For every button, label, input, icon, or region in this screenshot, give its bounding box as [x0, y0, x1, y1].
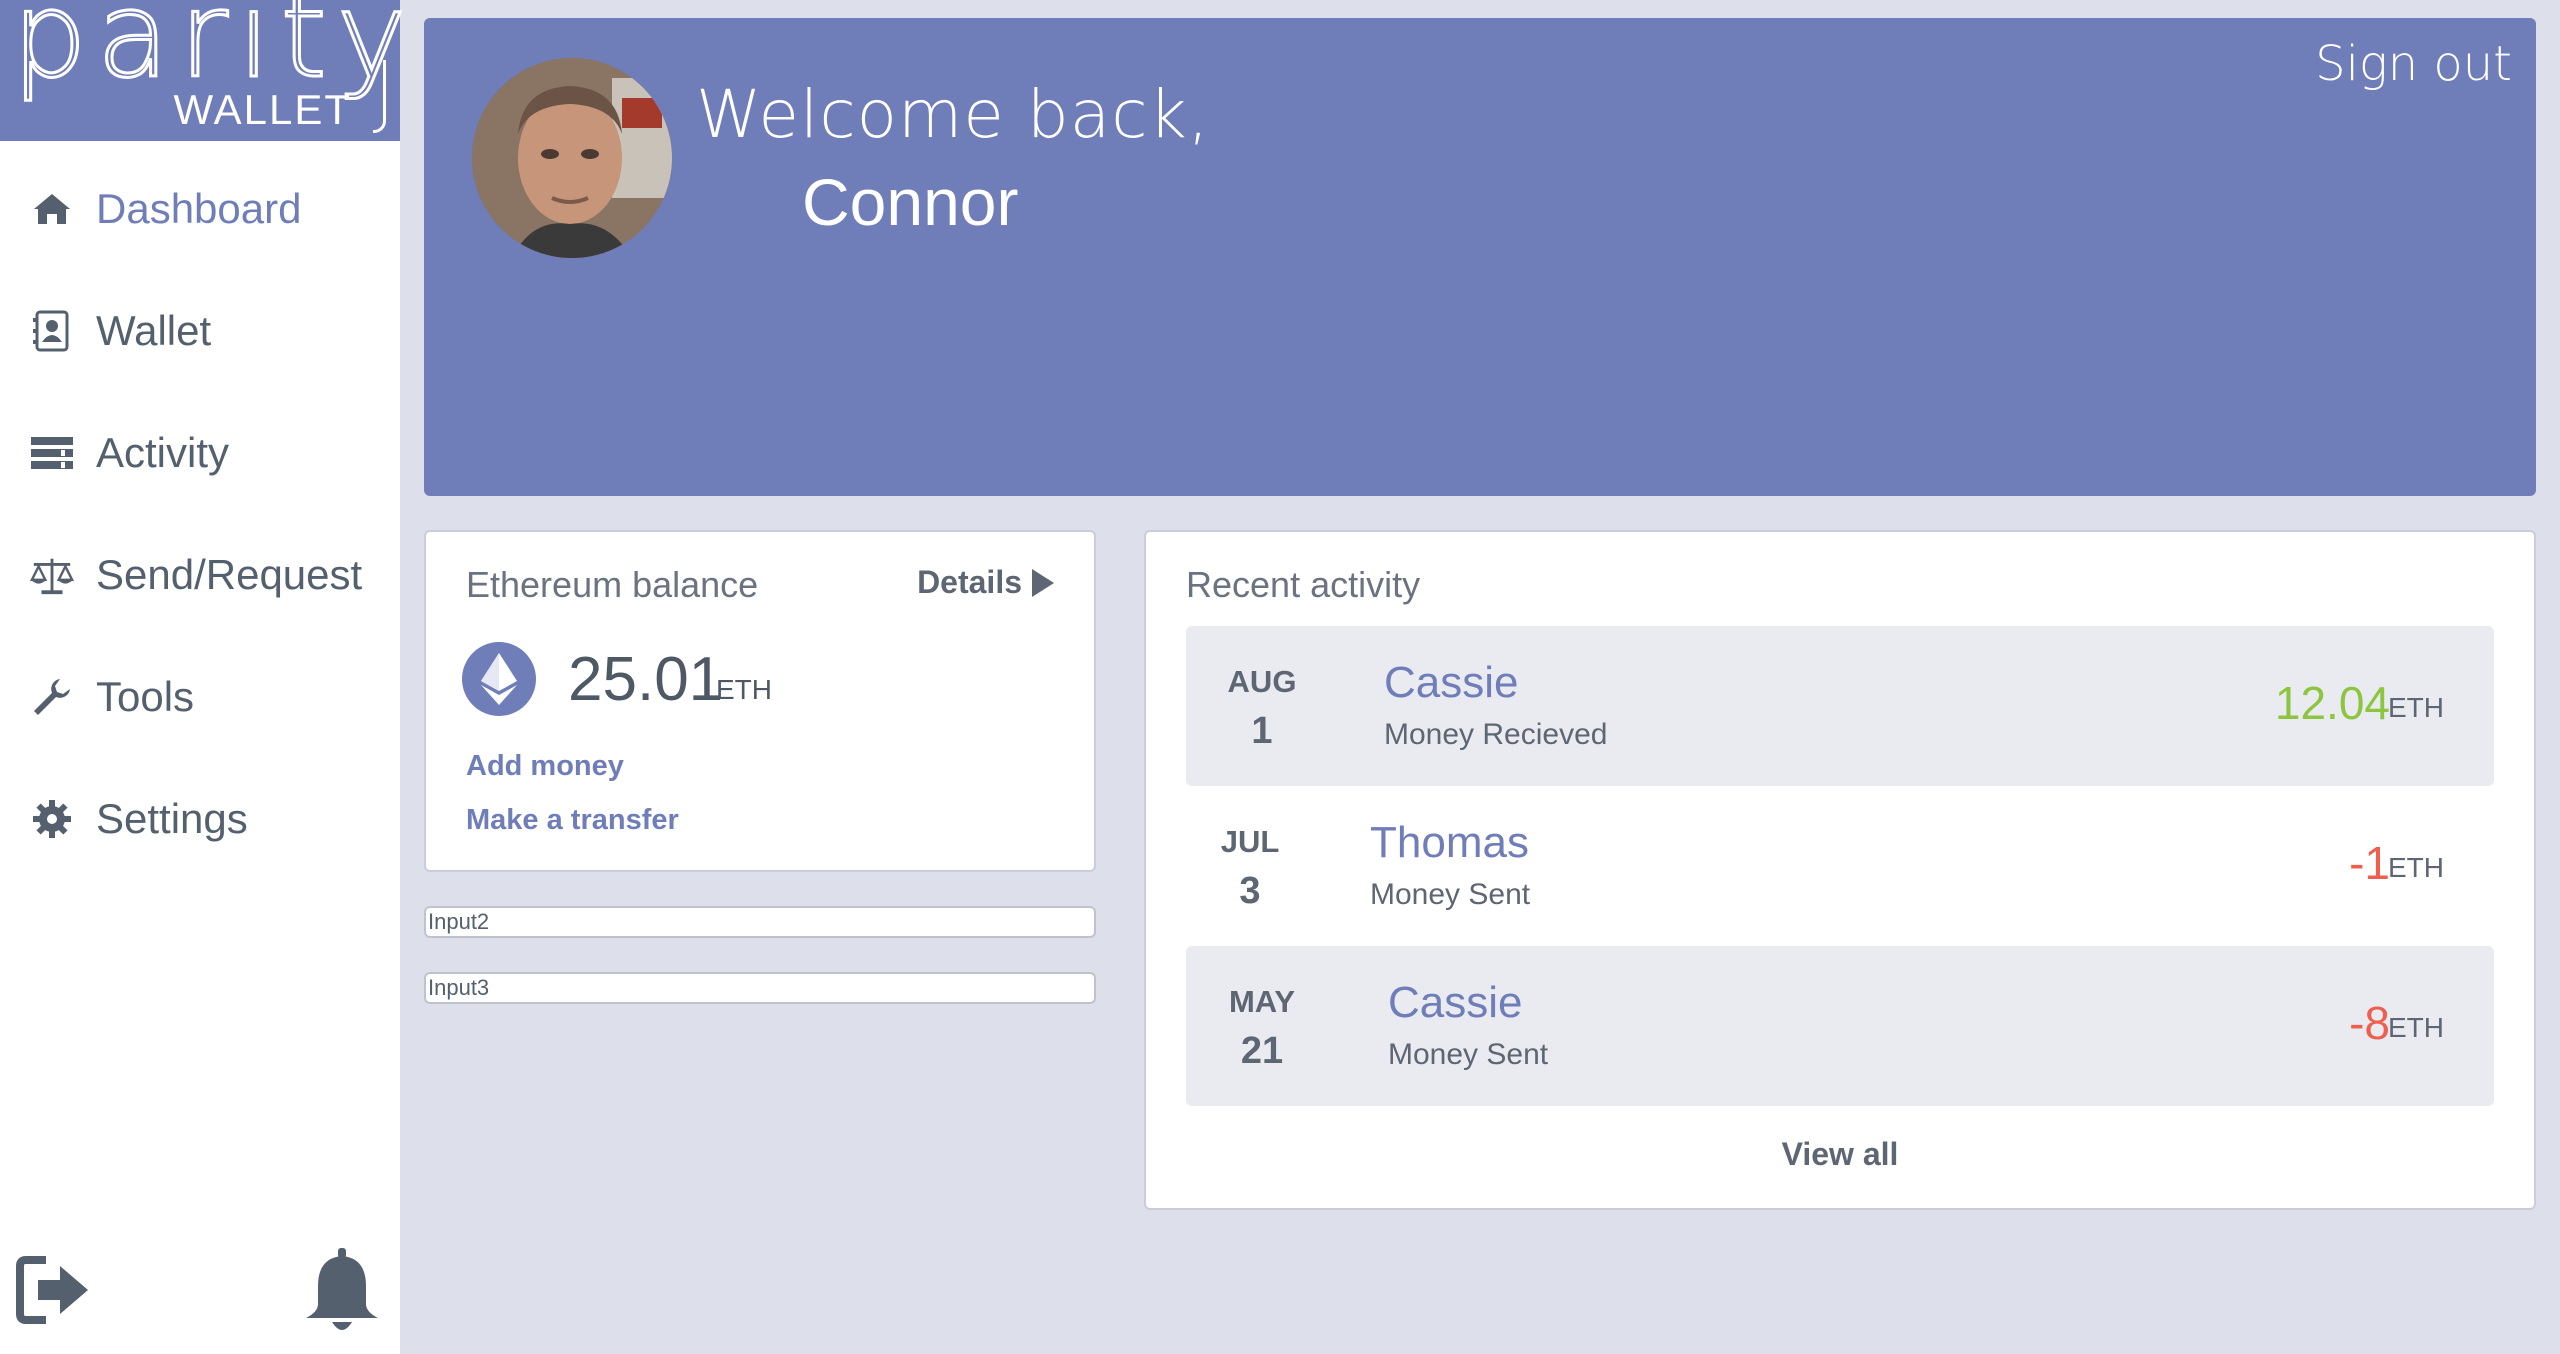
recent-activity-title: Recent activity — [1186, 564, 1421, 605]
details-label: Details — [917, 564, 1022, 600]
sidebar-item-activity[interactable]: Activity — [0, 392, 400, 514]
sidebar-item-label: Tools — [96, 673, 195, 720]
sidebar-item-settings[interactable]: Settings — [0, 758, 400, 880]
username: Connor — [802, 165, 1019, 239]
activity-unit: ETH — [2388, 1012, 2444, 1043]
server-icon — [30, 431, 74, 475]
sidebar-item-dashboard[interactable]: Dashboard — [0, 148, 400, 270]
recent-activity-card: Recent activity AUG 1 Cassie Money Recie… — [1144, 530, 2536, 1210]
make-transfer-link[interactable]: Make a transfer — [466, 804, 679, 837]
sidebar: parity WALLET Dashboard Wallet Activity — [0, 0, 408, 1354]
activity-unit: ETH — [2388, 692, 2444, 723]
view-all-link[interactable]: View all — [1146, 1136, 2534, 1173]
balance-card-title: Ethereum balance — [466, 564, 759, 605]
activity-type: Money Recieved — [1384, 718, 1608, 751]
activity-amount: -8 — [2349, 997, 2390, 1049]
activity-name: Cassie — [1388, 978, 1523, 1027]
welcome-text: Welcome back, — [696, 76, 1210, 153]
activity-month: JUL — [1220, 824, 1280, 859]
activity-row[interactable]: MAY 21 Cassie Money Sent -8 ETH — [1186, 946, 2494, 1106]
input2-field[interactable] — [424, 906, 1096, 938]
activity-type: Money Sent — [1370, 878, 1531, 911]
details-link[interactable]: Details — [917, 564, 1054, 601]
balance-amount: 25.01 — [568, 645, 724, 714]
logo-sub: WALLET — [173, 86, 352, 133]
activity-row[interactable]: AUG 1 Cassie Money Recieved 12.04 ETH — [1186, 626, 2494, 786]
activity-row[interactable]: JUL 3 Thomas Money Sent -1 ETH — [1186, 786, 2494, 946]
ethereum-icon — [462, 642, 536, 716]
bell-icon[interactable] — [300, 1246, 384, 1336]
activity-name: Thomas — [1370, 818, 1529, 867]
sidebar-item-label: Wallet — [96, 307, 212, 354]
activity-name: Cassie — [1384, 658, 1519, 707]
sign-out-icon[interactable] — [16, 1254, 92, 1326]
ethereum-balance-card: Ethereum balance Details 25.01 ETH Add m… — [424, 530, 1096, 872]
sidebar-item-label: Activity — [96, 429, 230, 476]
sign-out-link[interactable]: Sign out — [2315, 36, 2512, 92]
activity-amount: -1 — [2349, 837, 2390, 889]
sidebar-item-send-request[interactable]: Send/Request — [0, 514, 400, 636]
add-money-link[interactable]: Add money — [466, 750, 624, 783]
activity-day: 3 — [1239, 870, 1261, 912]
balance-unit: ETH — [716, 674, 772, 705]
balance-scale-icon — [30, 553, 74, 597]
wrench-icon — [30, 675, 74, 719]
activity-type: Money Sent — [1388, 1038, 1549, 1071]
activity-unit: ETH — [2388, 852, 2444, 883]
gear-icon — [30, 797, 74, 841]
sidebar-item-label: Settings — [96, 795, 248, 842]
contact-book-icon — [30, 309, 74, 353]
avatar[interactable] — [472, 58, 672, 258]
activity-day: 1 — [1251, 710, 1273, 752]
logo-hook — [373, 60, 386, 133]
activity-month: MAY — [1228, 984, 1296, 1019]
sidebar-item-wallet[interactable]: Wallet — [0, 270, 400, 392]
sidebar-item-label: Dashboard — [96, 185, 302, 232]
sidebar-item-tools[interactable]: Tools — [0, 636, 400, 758]
sidebar-item-label: Send/Request — [96, 551, 363, 598]
sidebar-nav: Dashboard Wallet Activity Send/Request T… — [0, 148, 400, 880]
home-icon — [30, 187, 74, 231]
activity-day: 21 — [1240, 1030, 1284, 1072]
parity-wallet-logo[interactable]: parity WALLET — [0, 0, 408, 141]
play-arrow-icon — [1032, 568, 1054, 597]
activity-month: AUG — [1227, 664, 1297, 699]
logo-word: parity — [11, 0, 417, 104]
input3-field[interactable] — [424, 972, 1096, 1004]
activity-amount: 12.04 — [2274, 677, 2390, 729]
